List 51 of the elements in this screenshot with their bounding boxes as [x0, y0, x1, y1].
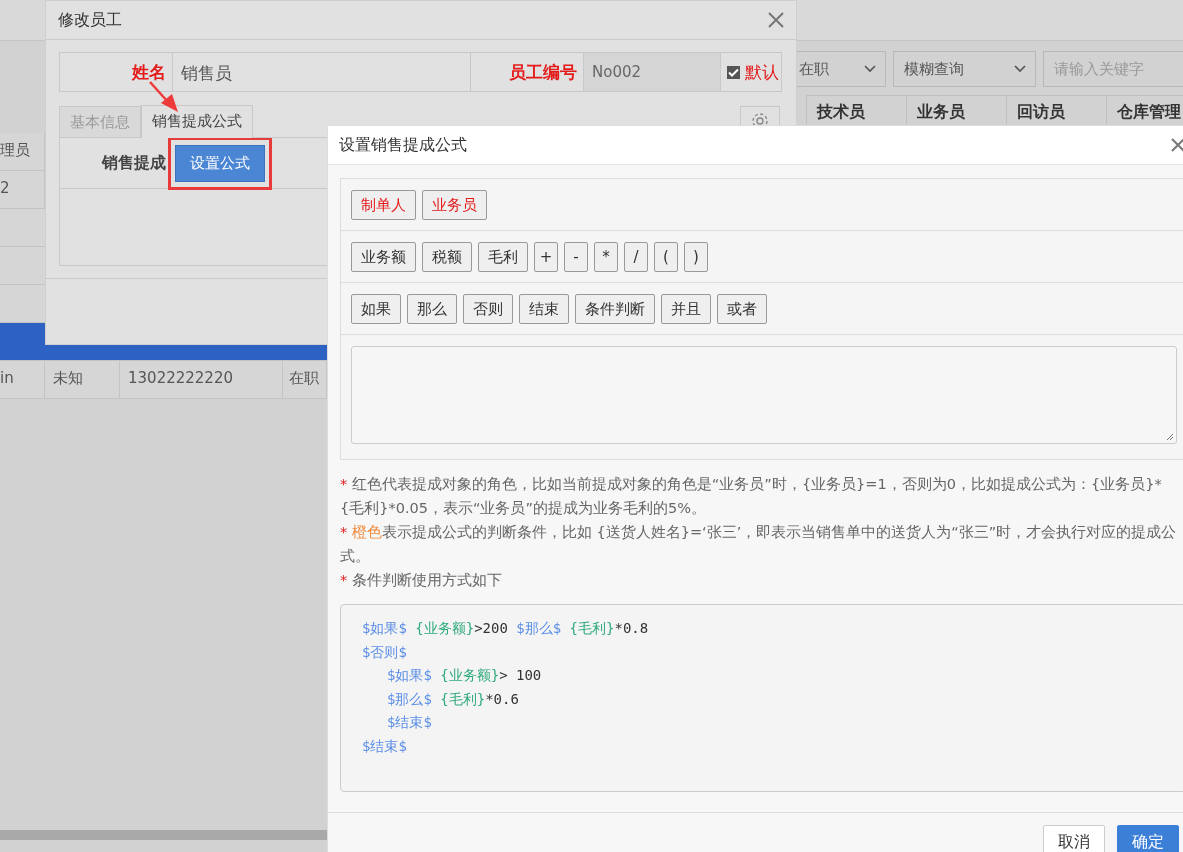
scrollbar[interactable] [0, 830, 330, 840]
chevron-down-icon [864, 65, 876, 73]
code-line: $结束$ [387, 713, 432, 732]
dialog-title: 设置销售提成公式 [339, 134, 467, 156]
formula-button[interactable]: ) [684, 242, 708, 272]
name-field[interactable]: 销售员 [173, 53, 471, 91]
code-line: $那么$ {毛利}*0.6 [387, 689, 519, 709]
formula-button[interactable]: 结束 [519, 294, 569, 324]
table-cell: 未知 [45, 361, 120, 398]
formula-button[interactable]: 否则 [463, 294, 513, 324]
dialog-button[interactable]: 取消 [1043, 825, 1105, 852]
note-text: * 条件判断使用方式如下 [340, 571, 503, 590]
formula-button[interactable]: 那么 [407, 294, 457, 324]
formula-button[interactable]: / [624, 242, 648, 272]
tab[interactable]: 销售提成公式 [141, 105, 253, 138]
chevron-down-icon [1014, 65, 1026, 73]
note-text: * 橙色表示提成公式的判断条件，比如 {送货人姓名}=‘张三’，即表示当销售单中的送货人为“张三”时，才会执行对应的提成公式。 [340, 523, 1178, 566]
formula-button[interactable]: * [594, 242, 618, 272]
table-cell: in [0, 361, 45, 398]
code-line: $结束$ [362, 736, 407, 756]
formula-button[interactable]: 税额 [422, 242, 472, 272]
table-cell: 13022222220 [120, 361, 283, 398]
set-formula-button[interactable]: 设置公式 [175, 144, 265, 182]
formula-button[interactable]: 制单人 [351, 190, 416, 220]
code-line: $否则$ [362, 642, 407, 662]
formula-button[interactable]: 或者 [717, 294, 767, 324]
number-field[interactable]: No002 [584, 53, 721, 91]
field-label: 销售提成 [100, 152, 166, 174]
close-icon[interactable] [1171, 138, 1183, 152]
formula-button[interactable]: ( [654, 242, 678, 272]
code-line: $如果$ {业务额}>200 $那么$ {毛利}*0.8 [362, 619, 649, 638]
resize-grip-icon [1166, 433, 1174, 441]
formula-button[interactable]: 业务员 [422, 190, 487, 220]
checkbox[interactable] [727, 65, 740, 79]
formula-button[interactable]: + [534, 242, 558, 272]
dialog-title: 修改员工 [58, 9, 122, 31]
formula-button[interactable]: 业务额 [351, 242, 416, 272]
formula-button[interactable]: 如果 [351, 294, 401, 324]
checkbox-label: 默认 [745, 60, 779, 84]
formula-button[interactable]: 毛利 [478, 242, 528, 272]
formula-input[interactable] [351, 346, 1177, 444]
formula-button[interactable]: - [564, 242, 588, 272]
note-text: * 红色代表提成对象的角色，比如当前提成对象的角色是“业务员”时，{业务员}=1，否则为0，比如提成公式为：{业务员}*{毛利}*0.05，表示“业务员”的提成为业务毛利的5%。 [340, 475, 1163, 518]
dialog-button[interactable]: 确定 [1117, 825, 1179, 852]
annotation-arrow [149, 81, 178, 112]
formula-button[interactable]: 条件判断 [575, 294, 655, 324]
formula-button[interactable]: 并且 [661, 294, 711, 324]
dropdown[interactable]: 模糊查询 [893, 51, 1036, 87]
code-line: $如果$ {业务额}> 100 [387, 666, 542, 685]
field-label: 姓名 [60, 53, 173, 91]
close-icon[interactable] [768, 12, 784, 28]
